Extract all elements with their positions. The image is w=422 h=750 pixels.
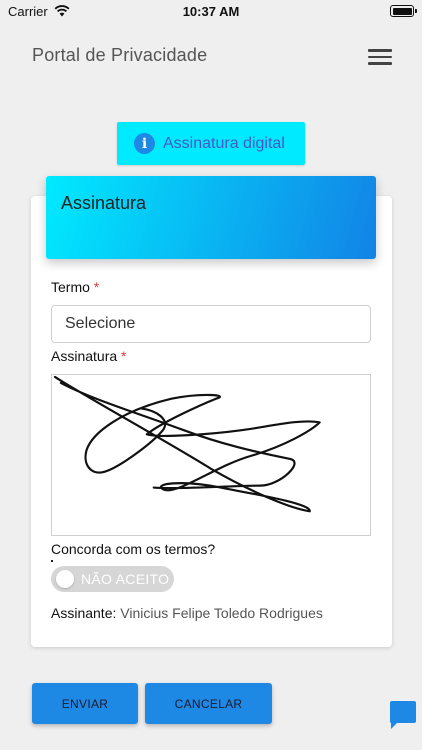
battery-icon: [390, 5, 417, 17]
chip-label: Assinatura digital: [163, 134, 285, 152]
card-header: Assinatura: [46, 176, 376, 259]
status-bar: Carrier 10:37 AM: [0, 0, 422, 22]
signature-pad[interactable]: [51, 374, 371, 536]
signer-line: Assinante: Vinicius Felipe Toledo Rodrig…: [51, 605, 323, 621]
toggle-knob: [56, 570, 74, 588]
digital-signature-chip: i Assinatura digital: [117, 122, 305, 165]
term-label-text: Termo: [51, 279, 90, 295]
required-mark: *: [93, 279, 100, 295]
chat-bubble-icon[interactable]: [388, 700, 418, 730]
status-time: 10:37 AM: [182, 4, 240, 19]
divider-dot: [51, 560, 53, 562]
send-button[interactable]: ENVIAR: [32, 683, 138, 724]
signer-name: Vinicius Felipe Toledo Rodrigues: [120, 605, 323, 621]
toggle-label: NÃO ACEITO: [81, 571, 170, 587]
term-label: Termo *: [51, 279, 99, 295]
required-mark: *: [121, 348, 127, 364]
agree-question: Concorda com os termos?: [51, 541, 216, 557]
signature-label: Assinatura *: [51, 348, 127, 364]
card-title: Assinatura: [61, 193, 147, 213]
cancel-button[interactable]: CANCELAR: [145, 683, 272, 724]
term-select-value: Selecione: [65, 315, 136, 332]
term-select[interactable]: Selecione: [51, 305, 371, 343]
page-title: Portal de Privacidade: [32, 45, 208, 65]
signature-label-text: Assinatura: [51, 348, 118, 364]
signature-stroke: [53, 375, 321, 513]
signer-label: Assinante:: [51, 605, 117, 621]
agree-toggle[interactable]: NÃO ACEITO: [51, 566, 174, 592]
hamburger-menu-icon[interactable]: [368, 46, 394, 66]
info-icon: i: [134, 133, 155, 154]
